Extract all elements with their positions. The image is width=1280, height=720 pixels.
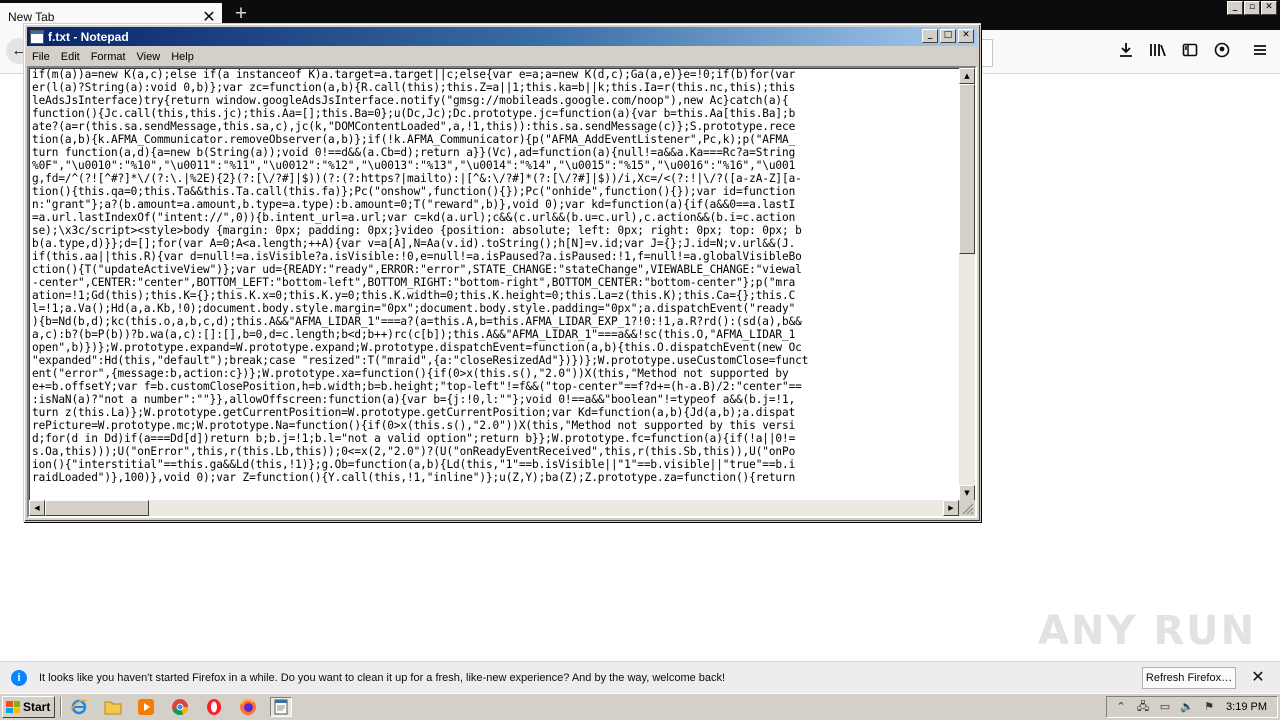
scroll-left-icon[interactable]: ◀ [29,500,45,516]
vertical-scrollbar[interactable]: ▲ ▼ [959,68,975,501]
text-line: function(){Jc.call(this,this.jc);this.Aa… [32,107,796,120]
text-line: se);\x3c/script><style>body {margin: 0px… [32,224,802,237]
text-line: %0F","\u0010":"%10","\u0011":"%11","\u00… [32,159,796,172]
horizontal-scrollbar[interactable]: ◀ ▶ [29,500,959,516]
start-label: Start [23,700,51,714]
text-line: ){b=Nd(b,d);kc(this.o,a,b,c,d);this.A&&"… [32,315,802,328]
text-line: "expanded":Hd(this,"default");break;case… [32,354,809,367]
explorer-icon[interactable] [102,697,124,717]
text-line: n:"grant"};a?(b.amount=a.amount,b.type=a… [32,198,796,211]
firefox-window-controls: _ ▫ ✕ [1227,1,1277,15]
action-center-icon[interactable]: ▭ [1157,699,1173,715]
account-icon[interactable] [1211,42,1233,64]
file-content: if(m(a))a=new K(a,c);else if(a instanceo… [32,68,960,502]
text-line: g,fd=/^(?![^#?]*\/(?:\.|%2E){2}(?:[\/?#]… [32,172,802,185]
firefox-icon[interactable] [237,697,259,717]
text-line: er(l(a)?String(a):void 0,b)};var zc=func… [32,81,796,94]
volume-icon[interactable]: 🔈 [1179,699,1195,715]
network-icon[interactable]: 🖧 [1135,699,1151,715]
library-icon[interactable] [1147,42,1169,64]
text-line: if(this.aa||this.R){var d=null!=a.isVisi… [32,250,802,263]
anyrun-watermark: ANY RUN [1038,608,1257,654]
menu-format[interactable]: Format [86,51,131,63]
media-player-icon[interactable] [135,697,157,717]
clock[interactable]: 3:19 PM [1226,701,1267,713]
refresh-firefox-button[interactable]: Refresh Firefox… [1142,666,1236,689]
text-line: leAdsJsInterface)try{return window.googl… [32,94,789,107]
text-line: :isNaN(a)?"not a number":""}},allowOffsc… [32,393,796,406]
horizontal-scroll-thumb[interactable] [45,500,149,516]
refresh-notification-bar: i It looks like you haven't started Fire… [0,661,1280,693]
text-line: -center",CENTER:"center",BOTTOM_LEFT:"bo… [32,276,796,289]
text-line: l=!1;a.Va();Hd(a,a.Kb,!0);document.body.… [32,302,796,315]
notepad-app-icon[interactable] [30,29,44,44]
text-line: turn function(a,d){a=new b(String(a));vo… [32,146,796,159]
text-line: if(m(a))a=new K(a,c);else if(a instanceo… [32,68,796,81]
resize-grip-icon[interactable] [959,500,975,516]
text-line: open",b)})};W.prototype.expand=W.prototy… [32,341,802,354]
minimize-icon[interactable]: _ [922,29,938,43]
menu-help[interactable]: Help [166,51,199,63]
ie-icon[interactable] [68,697,90,717]
tab-title: New Tab [8,9,55,24]
menu-file[interactable]: File [27,51,55,63]
close-icon[interactable]: ✕ [1261,1,1277,15]
text-line: turn z(this.La)};W.prototype.getCurrentP… [32,406,796,419]
flag-icon[interactable]: ⚑ [1201,699,1217,715]
desktop-screen: New Tab ✕ + _ ▫ ✕ ← ANY RUN i It looks l… [0,0,1280,720]
close-icon[interactable]: ✕ [958,29,974,43]
sidebar-icon[interactable] [1179,42,1201,64]
download-icon[interactable] [1115,42,1137,64]
menu-icon[interactable] [1249,42,1271,64]
menu-edit[interactable]: Edit [56,51,85,63]
text-line: b(a.type,d)}};d=[];for(var A=0;A<a.lengt… [32,237,796,250]
windows-taskbar: Start ⌃ 🖧 ▭ 🔈 ⚑ 3:19 PM [0,693,1280,720]
start-button[interactable]: Start [2,696,55,718]
notepad-menu-bar: File Edit Format View Help [27,47,977,66]
text-line: e+=b.offsetY;var f=b.customClosePosition… [32,380,802,393]
text-line: s.Oa,this)));U("onError",this,r(this.Lb,… [32,445,796,458]
text-line: d;for(d in Dd)if(a===Dd[d])return b;b.j=… [32,432,796,445]
text-line: ent("error",{message:b,action:c})};W.pro… [32,367,789,380]
opera-icon[interactable] [203,697,225,717]
tray-expand-icon[interactable]: ⌃ [1113,699,1129,715]
chrome-icon[interactable] [169,697,191,717]
text-line: tion(a,b){k.AFMA_Communicator.removeObse… [32,133,796,146]
scroll-right-icon[interactable]: ▶ [943,500,959,516]
menu-view[interactable]: View [132,51,166,63]
notepad-text-area[interactable]: if(m(a))a=new K(a,c);else if(a instanceo… [27,66,977,518]
text-line: rePicture=W.prototype.mc;W.prototype.Na=… [32,419,796,432]
text-line: raidLoaded")},100)},void 0);var Z=functi… [32,471,796,484]
text-line: ation=!1;Gd(this);this.K={};this.K.x=0;t… [32,289,796,302]
notepad-title-bar[interactable]: f.txt - Notepad _ □ ✕ [27,27,977,46]
info-icon: i [11,669,27,686]
url-bar[interactable] [980,39,993,67]
vertical-scroll-thumb[interactable] [959,84,975,254]
minimize-icon[interactable]: _ [1227,1,1243,15]
notepad-window-controls: _ □ ✕ [922,29,974,43]
text-line: =a.url.lastIndexOf("intent://",0)){b.int… [32,211,796,224]
text-line: ction(){T("updateActiveView")};var ud={R… [32,263,802,276]
text-line: ion(){"interstitial"==this.ga&&Ld(this,!… [32,458,796,471]
scroll-up-icon[interactable]: ▲ [959,68,975,84]
text-line: ate?(a=r(this.sa.sendMessage,this.sa,c),… [32,120,796,133]
system-tray: ⌃ 🖧 ▭ 🔈 ⚑ 3:19 PM [1106,696,1278,718]
window-title: f.txt - Notepad [48,29,129,44]
scroll-down-icon[interactable]: ▼ [959,485,975,501]
text-line: tion(){this.qa=0;this.Ta&&this.Ta.call(t… [32,185,796,198]
maximize-icon[interactable]: □ [940,29,956,43]
notification-message: It looks like you haven't started Firefo… [39,671,726,684]
notepad-window: f.txt - Notepad _ □ ✕ File Edit Format V… [23,23,981,522]
notepad-icon[interactable] [270,697,292,717]
taskbar-separator [60,697,62,717]
notification-close-icon[interactable]: ✕ [1250,669,1266,686]
text-line: a,c):b?(b=P(b))?b.wa(a,c):[]:[],b=0,d=c.… [32,328,796,341]
restore-icon[interactable]: ▫ [1244,1,1260,15]
windows-logo-icon [6,701,20,713]
